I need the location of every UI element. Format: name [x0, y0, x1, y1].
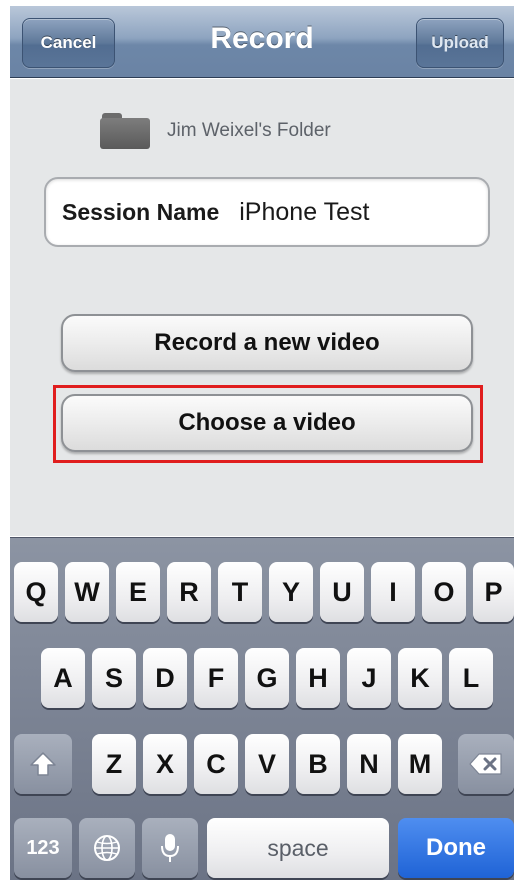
record-screen: Cancel Record Upload Jim Weixel's Folder…	[0, 0, 514, 880]
key-e[interactable]: E	[116, 562, 160, 622]
record-new-video-button[interactable]: Record a new video	[61, 314, 473, 372]
key-o[interactable]: O	[422, 562, 466, 622]
key-p[interactable]: P	[473, 562, 514, 622]
done-key[interactable]: Done	[398, 818, 514, 878]
key-k[interactable]: K	[398, 648, 442, 708]
key-y[interactable]: Y	[269, 562, 313, 622]
key-l[interactable]: L	[449, 648, 493, 708]
key-f[interactable]: F	[194, 648, 238, 708]
globe-key[interactable]	[79, 818, 135, 878]
key-r[interactable]: R	[167, 562, 211, 622]
numbers-key[interactable]: 123	[14, 818, 72, 878]
space-key[interactable]: space	[207, 818, 389, 878]
key-v[interactable]: V	[245, 734, 289, 794]
key-j[interactable]: J	[347, 648, 391, 708]
navigation-bar: Cancel Record Upload	[10, 6, 514, 78]
choose-video-button[interactable]: Choose a video	[61, 394, 473, 452]
session-name-field[interactable]: Session Name iPhone Test	[44, 177, 490, 247]
session-name-input[interactable]: iPhone Test	[239, 198, 369, 227]
keyboard: Q W E R T Y U I O P A S D F G H J K L Z …	[10, 537, 514, 880]
microphone-icon	[161, 834, 179, 862]
key-w[interactable]: W	[65, 562, 109, 622]
shift-icon	[30, 752, 56, 776]
key-z[interactable]: Z	[92, 734, 136, 794]
delete-icon	[469, 753, 502, 775]
folder-label: Jim Weixel's Folder	[167, 120, 331, 141]
key-i[interactable]: I	[371, 562, 415, 622]
key-n[interactable]: N	[347, 734, 391, 794]
key-d[interactable]: D	[143, 648, 187, 708]
upload-button[interactable]: Upload	[416, 18, 504, 68]
globe-icon	[94, 835, 120, 861]
key-b[interactable]: B	[296, 734, 340, 794]
microphone-key[interactable]	[142, 818, 198, 878]
shift-key[interactable]	[14, 734, 72, 794]
session-name-label: Session Name	[62, 198, 220, 225]
folder-row: Jim Weixel's Folder	[100, 111, 331, 151]
key-u[interactable]: U	[320, 562, 364, 622]
key-q[interactable]: Q	[14, 562, 58, 622]
key-a[interactable]: A	[41, 648, 85, 708]
key-c[interactable]: C	[194, 734, 238, 794]
key-h[interactable]: H	[296, 648, 340, 708]
key-t[interactable]: T	[218, 562, 262, 622]
folder-icon	[100, 112, 150, 150]
key-s[interactable]: S	[92, 648, 136, 708]
key-g[interactable]: G	[245, 648, 289, 708]
key-m[interactable]: M	[398, 734, 442, 794]
content-area: Jim Weixel's Folder Session Name iPhone …	[10, 79, 514, 536]
key-x[interactable]: X	[143, 734, 187, 794]
delete-key[interactable]	[458, 734, 514, 794]
